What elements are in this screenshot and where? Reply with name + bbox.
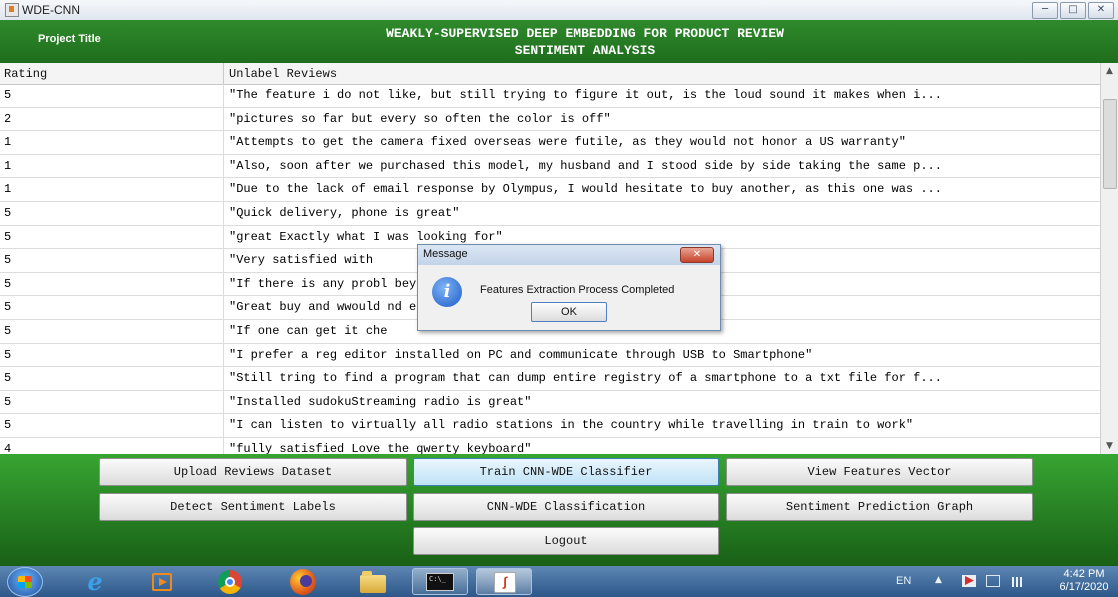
table-row[interactable]: 1 "Attempts to get the camera fixed overs… (0, 131, 1100, 155)
review-cell[interactable]: "The feature i do not like, but still tr… (229, 88, 1097, 102)
review-cell[interactable]: "great Exactly what I was looking for" (229, 230, 1097, 244)
close-button[interactable]: ✕ (1088, 2, 1114, 19)
rating-cell[interactable]: 1 (4, 182, 11, 196)
table-row[interactable]: 1 "Due to the lack of email response by O… (0, 178, 1100, 202)
clock-time: 4:42 PM (1063, 568, 1105, 580)
table-row[interactable]: 4 "fully satisfied Love the qwerty keyboa… (0, 438, 1100, 454)
detect-sentiment-button[interactable]: Detect Sentiment Labels (99, 493, 407, 521)
table-row[interactable]: 2 "pictures so far but every so often the… (0, 108, 1100, 132)
scroll-thumb[interactable] (1103, 99, 1117, 189)
dialog-close-icon[interactable]: ✕ (680, 247, 714, 263)
java-app-icon (5, 3, 19, 17)
dialog-title-bar: Message ✕ (418, 245, 720, 265)
rating-cell[interactable]: 5 (4, 371, 11, 385)
maximize-button[interactable]: □ (1060, 2, 1086, 19)
rating-cell[interactable]: 5 (4, 206, 11, 220)
table-row[interactable]: 5 "The feature i do not like, but still t… (0, 84, 1100, 108)
upload-reviews-button[interactable]: Upload Reviews Dataset (99, 458, 407, 486)
rating-cell[interactable]: 1 (4, 159, 11, 173)
show-hidden-icons-icon[interactable]: ▲ (935, 575, 942, 585)
table-row[interactable]: 5 "Installed sudokuStreaming radio is gre… (0, 391, 1100, 415)
review-cell[interactable]: "Still tring to find a program that can … (229, 371, 1097, 385)
table-row[interactable]: 5 "Quick delivery, phone is great" (0, 202, 1100, 226)
table-header: Rating Unlabel Reviews (0, 63, 1100, 85)
message-dialog: Message ✕ i Features Extraction Process … (417, 244, 721, 331)
action-center-flag-icon[interactable] (962, 575, 976, 587)
info-icon: i (432, 277, 462, 307)
review-cell[interactable]: "Quick delivery, phone is great" (229, 206, 1097, 220)
dialog-title: Message (423, 248, 468, 260)
application-title: WEAKLY-SUPERVISED DEEP EMBEDDING FOR PRO… (200, 25, 970, 59)
column-separator[interactable] (223, 63, 224, 84)
command-prompt-icon[interactable]: C:\_ (412, 568, 468, 595)
logout-button[interactable]: Logout (413, 527, 719, 555)
window-title: WDE-CNN (22, 3, 80, 17)
review-cell[interactable]: "pictures so far but every so often the … (229, 112, 1097, 126)
train-classifier-button[interactable]: Train CNN-WDE Classifier (413, 458, 719, 486)
rating-cell[interactable]: 5 (4, 324, 11, 338)
rating-cell[interactable]: 5 (4, 418, 11, 432)
table-row[interactable]: 5 "I prefer a reg editor installed on PC … (0, 344, 1100, 368)
review-cell[interactable]: "I prefer a reg editor installed on PC a… (229, 348, 1097, 362)
java-app-taskbar-icon[interactable]: ∫ (476, 568, 532, 595)
sentiment-graph-button[interactable]: Sentiment Prediction Graph (726, 493, 1033, 521)
review-cell[interactable]: "fully satisfied Love the qwerty keyboar… (229, 442, 1097, 454)
language-indicator[interactable]: EN (896, 575, 911, 587)
vertical-scrollbar[interactable]: ▲ ▼ (1100, 63, 1118, 454)
ok-button[interactable]: OK (531, 302, 607, 322)
dialog-message: Features Extraction Process Completed (480, 284, 675, 296)
review-cell[interactable]: "I can listen to virtually all radio sta… (229, 418, 1097, 432)
internet-explorer-icon[interactable]: e (80, 569, 110, 595)
signal-strength-icon[interactable] (1012, 577, 1026, 587)
start-button-icon[interactable] (7, 567, 43, 597)
rating-cell[interactable]: 2 (4, 112, 11, 126)
action-panel: Upload Reviews Dataset Train CNN-WDE Cla… (0, 454, 1118, 566)
clock-date: 6/17/2020 (1059, 581, 1109, 593)
window-title-bar: WDE-CNN ─ □ ✕ (0, 0, 1118, 21)
review-cell[interactable]: "Installed sudokuStreaming radio is grea… (229, 395, 1097, 409)
media-player-icon[interactable] (150, 569, 176, 595)
rating-cell[interactable]: 5 (4, 88, 11, 102)
title-line-1: WEAKLY-SUPERVISED DEEP EMBEDDING FOR PRO… (386, 26, 784, 41)
app-header: Project Title WEAKLY-SUPERVISED DEEP EMB… (0, 20, 1118, 63)
rating-cell[interactable]: 5 (4, 300, 11, 314)
rating-cell[interactable]: 5 (4, 348, 11, 362)
system-clock[interactable]: 4:42 PM 6/17/2020 (1054, 568, 1114, 594)
rating-cell[interactable]: 4 (4, 442, 11, 454)
window-controls: ─ □ ✕ (1032, 2, 1114, 19)
review-cell[interactable]: "Also, soon after we purchased this mode… (229, 159, 1097, 173)
review-cell[interactable]: "Due to the lack of email response by Ol… (229, 182, 1097, 196)
scroll-up-icon[interactable]: ▲ (1101, 63, 1118, 79)
chrome-icon[interactable] (218, 570, 242, 594)
table-row[interactable]: 1 "Also, soon after we purchased this mod… (0, 155, 1100, 179)
title-line-2: SENTIMENT ANALYSIS (514, 43, 656, 58)
rating-cell[interactable]: 5 (4, 277, 11, 291)
table-row[interactable]: 5 "Still tring to find a program that can… (0, 367, 1100, 391)
rating-cell[interactable]: 5 (4, 253, 11, 267)
rating-cell[interactable]: 1 (4, 135, 11, 149)
firefox-icon[interactable] (290, 569, 316, 595)
column-header-rating[interactable]: Rating (4, 67, 47, 81)
cnn-wde-classification-button[interactable]: CNN-WDE Classification (413, 493, 719, 521)
project-title-label: Project Title (38, 33, 101, 45)
view-features-button[interactable]: View Features Vector (726, 458, 1033, 486)
column-header-reviews[interactable]: Unlabel Reviews (229, 67, 337, 81)
taskbar: e C:\_ ∫ EN ▲ 4:42 PM 6/17/2020 (0, 566, 1118, 597)
file-explorer-icon[interactable] (358, 569, 388, 595)
rating-cell[interactable]: 5 (4, 395, 11, 409)
network-icon[interactable] (986, 575, 1000, 587)
scroll-down-icon[interactable]: ▼ (1101, 438, 1118, 454)
review-cell[interactable]: "Attempts to get the camera fixed overse… (229, 135, 1097, 149)
column-divider (223, 84, 224, 454)
rating-cell[interactable]: 5 (4, 230, 11, 244)
minimize-button[interactable]: ─ (1032, 2, 1058, 19)
table-row[interactable]: 5 "I can listen to virtually all radio st… (0, 414, 1100, 438)
